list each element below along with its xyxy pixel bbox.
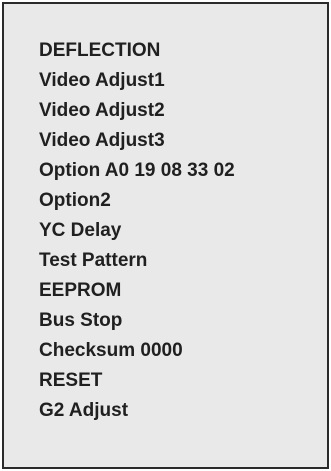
menu-item-reset[interactable]: RESET <box>39 366 235 396</box>
menu-item-video-adjust2[interactable]: Video Adjust2 <box>39 96 235 126</box>
menu-item-option[interactable]: Option A0 19 08 33 02 <box>39 156 235 186</box>
menu-item-video-adjust3[interactable]: Video Adjust3 <box>39 126 235 156</box>
menu-item-checksum[interactable]: Checksum 0000 <box>39 336 235 366</box>
menu-item-eeprom[interactable]: EEPROM <box>39 276 235 306</box>
menu-item-yc-delay[interactable]: YC Delay <box>39 216 235 246</box>
menu-item-g2-adjust[interactable]: G2 Adjust <box>39 396 235 426</box>
menu-item-test-pattern[interactable]: Test Pattern <box>39 246 235 276</box>
menu-item-deflection[interactable]: DEFLECTION <box>39 36 235 66</box>
menu-item-bus-stop[interactable]: Bus Stop <box>39 306 235 336</box>
menu-item-video-adjust1[interactable]: Video Adjust1 <box>39 66 235 96</box>
service-menu-list: DEFLECTION Video Adjust1 Video Adjust2 V… <box>39 36 235 426</box>
menu-item-option2[interactable]: Option2 <box>39 186 235 216</box>
service-menu-panel: DEFLECTION Video Adjust1 Video Adjust2 V… <box>2 2 329 469</box>
